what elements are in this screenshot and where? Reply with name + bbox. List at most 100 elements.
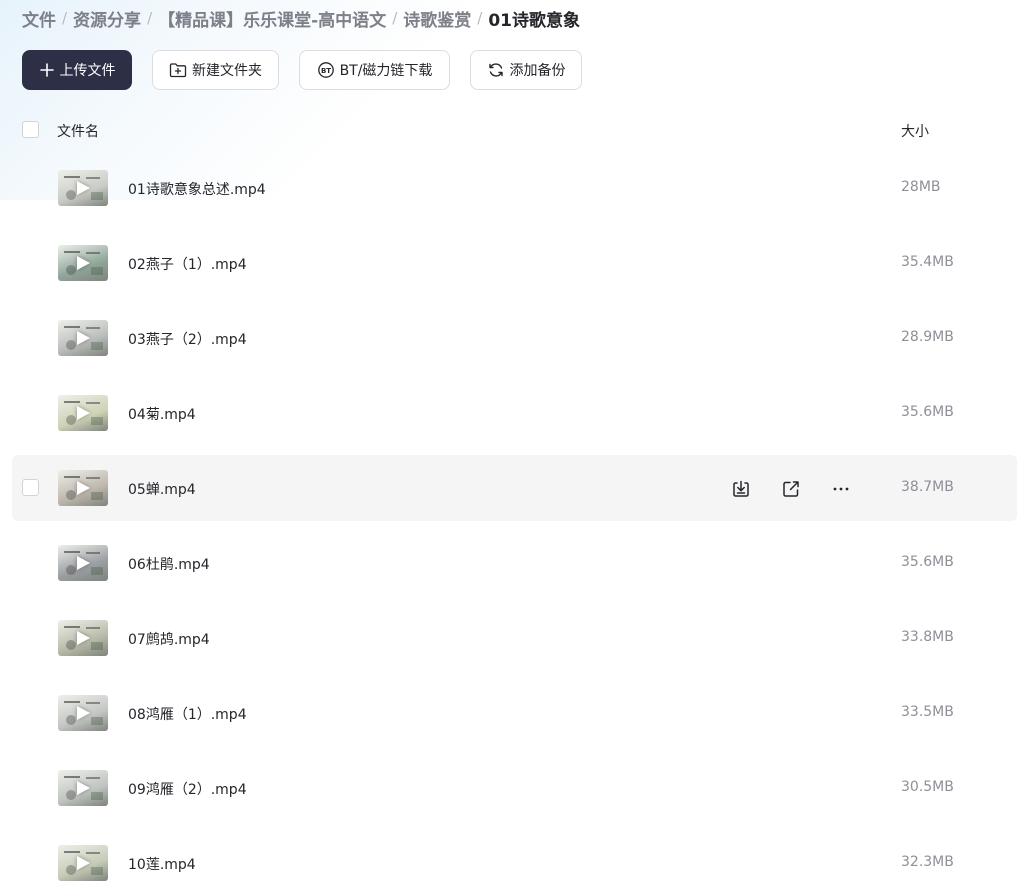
add-backup-button[interactable]: 添加备份 — [470, 50, 582, 90]
breadcrumb-separator: / — [477, 9, 483, 27]
share-icon[interactable] — [780, 478, 802, 500]
thumbnail-artwork — [66, 265, 76, 275]
thumbnail-artwork — [66, 865, 76, 875]
thumbnail-artwork — [86, 777, 100, 779]
file-size: 35.6MB — [901, 404, 954, 420]
file-name[interactable]: 05蝉.mp4 — [128, 479, 196, 499]
thumbnail-artwork — [86, 627, 100, 629]
video-thumbnail — [58, 770, 108, 806]
file-size: 35.4MB — [901, 254, 954, 270]
thumbnail-artwork — [66, 415, 76, 425]
video-thumbnail — [58, 395, 108, 431]
play-icon — [77, 481, 90, 495]
thumbnail-artwork — [86, 177, 100, 179]
play-icon — [77, 556, 90, 570]
new-folder-button[interactable]: 新建文件夹 — [152, 50, 279, 90]
video-thumbnail — [58, 245, 108, 281]
play-icon — [77, 781, 90, 795]
column-header-name[interactable]: 文件名 — [57, 121, 99, 141]
breadcrumb: 文件 / 资源分享 / 【精品课】乐乐课堂-高中语文 / 诗歌鉴赏 / 01诗歌… — [22, 6, 580, 31]
play-icon — [77, 406, 90, 420]
breadcrumb-item-files[interactable]: 文件 — [22, 6, 56, 31]
play-icon — [77, 331, 90, 345]
file-size: 28.9MB — [901, 329, 954, 345]
thumbnail-artwork — [86, 477, 100, 479]
download-icon[interactable] — [730, 478, 752, 500]
column-header-size[interactable]: 大小 — [901, 121, 929, 141]
thumbnail-artwork — [91, 492, 103, 500]
breadcrumb-separator: / — [392, 9, 398, 27]
thumbnail-artwork — [66, 565, 76, 575]
thumbnail-artwork — [66, 190, 76, 200]
thumbnail-artwork — [86, 327, 100, 329]
thumbnail-artwork — [64, 851, 80, 853]
table-row[interactable]: 05蝉.mp4 38.7MB — [12, 455, 1017, 521]
table-row[interactable]: 04菊.mp4 35.6MB — [12, 380, 1017, 446]
thumbnail-artwork — [66, 790, 76, 800]
breadcrumb-separator: / — [147, 9, 153, 27]
file-size: 38.7MB — [901, 479, 954, 495]
breadcrumb-item-current: 01诗歌意象 — [488, 10, 580, 31]
table-row[interactable]: 01诗歌意象总述.mp4 28MB — [12, 155, 1017, 221]
folder-plus-icon — [169, 62, 187, 78]
play-icon — [77, 706, 90, 720]
file-size: 33.8MB — [901, 629, 954, 645]
table-row[interactable]: 07鹧鸪.mp4 33.8MB — [12, 605, 1017, 671]
thumbnail-artwork — [64, 701, 80, 703]
file-name[interactable]: 02燕子（1）.mp4 — [128, 254, 247, 274]
file-name[interactable]: 04菊.mp4 — [128, 404, 196, 424]
video-thumbnail — [58, 320, 108, 356]
play-icon — [77, 631, 90, 645]
thumbnail-artwork — [66, 490, 76, 500]
more-icon[interactable] — [830, 478, 852, 500]
breadcrumb-item-shared-resources[interactable]: 资源分享 — [73, 6, 141, 31]
thumbnail-artwork — [91, 867, 103, 875]
table-row[interactable]: 10莲.mp4 32.3MB — [12, 830, 1017, 883]
table-row[interactable]: 06杜鹃.mp4 35.6MB — [12, 530, 1017, 596]
video-thumbnail — [58, 845, 108, 881]
file-name[interactable]: 01诗歌意象总述.mp4 — [128, 179, 266, 199]
file-name[interactable]: 06杜鹃.mp4 — [128, 554, 210, 574]
thumbnail-artwork — [64, 326, 80, 328]
row-checkbox[interactable] — [22, 479, 39, 496]
file-size: 30.5MB — [901, 779, 954, 795]
select-all-checkbox[interactable] — [22, 121, 39, 138]
thumbnail-artwork — [86, 552, 100, 554]
thumbnail-artwork — [64, 776, 80, 778]
breadcrumb-item-course[interactable]: 【精品课】乐乐课堂-高中语文 — [158, 6, 386, 31]
plus-icon — [39, 62, 55, 78]
video-thumbnail — [58, 620, 108, 656]
thumbnail-artwork — [91, 642, 103, 650]
file-name[interactable]: 03燕子（2）.mp4 — [128, 329, 247, 349]
table-row[interactable]: 03燕子（2）.mp4 28.9MB — [12, 305, 1017, 371]
file-name[interactable]: 08鸿雁（1）.mp4 — [128, 704, 247, 724]
file-name[interactable]: 10莲.mp4 — [128, 854, 196, 874]
thumbnail-artwork — [91, 267, 103, 275]
file-name[interactable]: 09鸿雁（2）.mp4 — [128, 779, 247, 799]
video-thumbnail — [58, 695, 108, 731]
upload-button[interactable]: 上传文件 — [22, 50, 132, 90]
file-name[interactable]: 07鹧鸪.mp4 — [128, 629, 210, 649]
thumbnail-artwork — [91, 717, 103, 725]
thumbnail-artwork — [66, 715, 76, 725]
thumbnail-artwork — [86, 852, 100, 854]
thumbnail-artwork — [91, 417, 103, 425]
upload-button-label: 上传文件 — [59, 63, 116, 79]
thumbnail-artwork — [64, 476, 80, 478]
bt-icon: BT — [317, 61, 335, 79]
thumbnail-artwork — [66, 340, 76, 350]
breadcrumb-item-poetry[interactable]: 诗歌鉴赏 — [403, 6, 471, 31]
bt-magnet-download-button[interactable]: BT BT/磁力链下载 — [299, 50, 450, 90]
thumbnail-artwork — [86, 252, 100, 254]
file-size: 32.3MB — [901, 854, 954, 870]
table-row[interactable]: 09鸿雁（2）.mp4 30.5MB — [12, 755, 1017, 821]
bt-button-label: BT/磁力链下载 — [339, 63, 433, 79]
table-header: 文件名 大小 — [0, 110, 1017, 150]
play-icon — [77, 181, 90, 195]
file-size: 28MB — [901, 179, 941, 195]
file-size: 35.6MB — [901, 554, 954, 570]
backup-button-label: 添加备份 — [509, 63, 566, 79]
table-row[interactable]: 08鸿雁（1）.mp4 33.5MB — [12, 680, 1017, 746]
table-row[interactable]: 02燕子（1）.mp4 35.4MB — [12, 230, 1017, 296]
sync-icon — [487, 61, 505, 79]
